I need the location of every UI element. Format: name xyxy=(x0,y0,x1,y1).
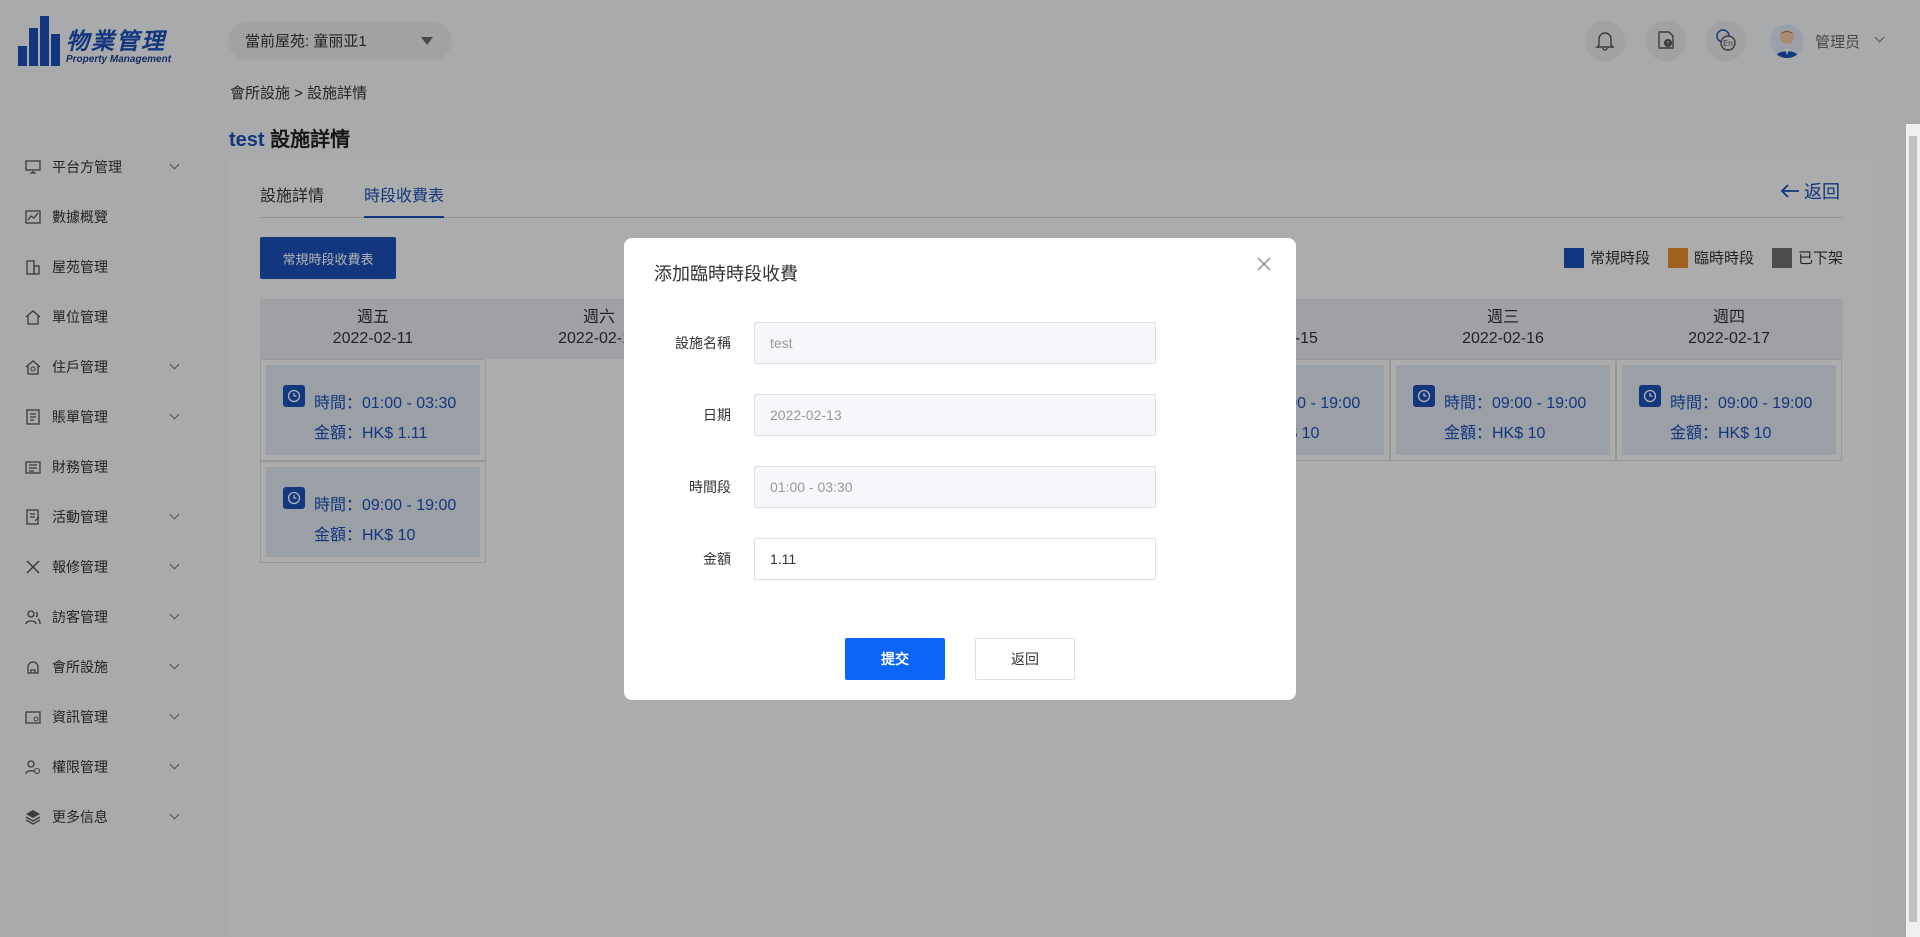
form-row-time: 時間段 xyxy=(624,466,1296,508)
amount-field[interactable] xyxy=(754,538,1156,580)
page-scrollbar[interactable] xyxy=(1906,124,1920,937)
form-row-date: 日期 xyxy=(624,394,1296,436)
amount-label: 金額 xyxy=(703,551,731,567)
time-period-field[interactable] xyxy=(754,466,1156,508)
back-button[interactable]: 返回 xyxy=(975,638,1075,680)
date-label: 日期 xyxy=(703,407,731,423)
facility-name-label: 設施名稱 xyxy=(675,335,731,351)
submit-button[interactable]: 提交 xyxy=(845,638,945,680)
form-row-facility: 設施名稱 xyxy=(624,322,1296,364)
close-icon[interactable] xyxy=(1256,256,1272,272)
facility-name-field[interactable] xyxy=(754,322,1156,364)
add-temporary-slot-dialog: 添加臨時時段收費 設施名稱 日期 時間段 金額 提交 返回 xyxy=(624,238,1296,700)
date-field[interactable] xyxy=(754,394,1156,436)
form-row-amount: 金額 xyxy=(624,538,1296,580)
scrollbar-thumb[interactable] xyxy=(1909,136,1917,922)
time-period-label: 時間段 xyxy=(689,479,731,495)
dialog-title: 添加臨時時段收費 xyxy=(654,264,798,284)
